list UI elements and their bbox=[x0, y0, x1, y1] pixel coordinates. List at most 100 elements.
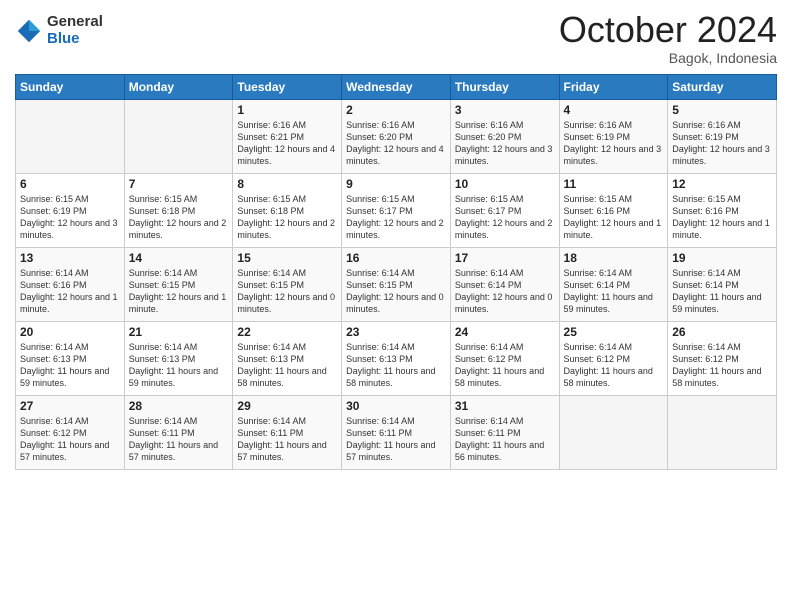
title-block: October 2024 Bagok, Indonesia bbox=[559, 10, 777, 66]
calendar-cell: 12Sunrise: 6:15 AM Sunset: 6:16 PM Dayli… bbox=[668, 173, 777, 247]
calendar-cell bbox=[559, 395, 668, 469]
calendar-week-5: 27 Sunrise: 6:14 AM Sunset: 6:12 PM Dayli… bbox=[16, 395, 777, 469]
col-friday: Friday bbox=[559, 74, 668, 99]
calendar-cell: 17 Sunrise: 6:14 AM Sunset: 6:14 PM Dayli… bbox=[450, 247, 559, 321]
day-info: Sunrise: 6:15 AM Sunset: 6:18 PM Dayligh… bbox=[237, 193, 337, 242]
calendar-cell bbox=[124, 99, 233, 173]
day-info: Sunrise: 6:14 AM Sunset: 6:11 PM Dayligh… bbox=[237, 415, 337, 464]
day-number: 19 bbox=[672, 251, 772, 265]
calendar-cell: 6Sunrise: 6:15 AM Sunset: 6:19 PM Daylig… bbox=[16, 173, 125, 247]
day-info: Sunrise: 6:16 AM Sunset: 6:19 PM Dayligh… bbox=[564, 119, 664, 168]
header-row: Sunday Monday Tuesday Wednesday Thursday… bbox=[16, 74, 777, 99]
day-number: 10 bbox=[455, 177, 555, 191]
calendar-cell: 30Sunrise: 6:14 AM Sunset: 6:11 PM Dayli… bbox=[342, 395, 451, 469]
day-number: 13 bbox=[20, 251, 120, 265]
day-number: 6 bbox=[20, 177, 120, 191]
logo-icon bbox=[15, 17, 43, 45]
day-number: 18 bbox=[564, 251, 664, 265]
day-number: 4 bbox=[564, 103, 664, 117]
month-title: October 2024 bbox=[559, 10, 777, 50]
calendar-cell: 8 Sunrise: 6:15 AM Sunset: 6:18 PM Daylig… bbox=[233, 173, 342, 247]
calendar-cell: 31Sunrise: 6:14 AM Sunset: 6:11 PM Dayli… bbox=[450, 395, 559, 469]
day-number: 3 bbox=[455, 103, 555, 117]
day-number: 29 bbox=[237, 399, 337, 413]
day-number: 8 bbox=[237, 177, 337, 191]
calendar-cell: 10Sunrise: 6:15 AM Sunset: 6:17 PM Dayli… bbox=[450, 173, 559, 247]
day-info: Sunrise: 6:14 AM Sunset: 6:13 PM Dayligh… bbox=[129, 341, 229, 390]
col-tuesday: Tuesday bbox=[233, 74, 342, 99]
calendar-week-2: 6Sunrise: 6:15 AM Sunset: 6:19 PM Daylig… bbox=[16, 173, 777, 247]
calendar-cell: 23 Sunrise: 6:14 AM Sunset: 6:13 PM Dayli… bbox=[342, 321, 451, 395]
day-number: 15 bbox=[237, 251, 337, 265]
day-number: 16 bbox=[346, 251, 446, 265]
logo-text: General Blue bbox=[47, 14, 103, 47]
day-info: Sunrise: 6:15 AM Sunset: 6:16 PM Dayligh… bbox=[564, 193, 664, 242]
header: General Blue October 2024 Bagok, Indones… bbox=[15, 10, 777, 66]
day-info: Sunrise: 6:14 AM Sunset: 6:12 PM Dayligh… bbox=[20, 415, 120, 464]
calendar-cell: 26Sunrise: 6:14 AM Sunset: 6:12 PM Dayli… bbox=[668, 321, 777, 395]
calendar-cell: 3 Sunrise: 6:16 AM Sunset: 6:20 PM Daylig… bbox=[450, 99, 559, 173]
day-number: 7 bbox=[129, 177, 229, 191]
page: General Blue October 2024 Bagok, Indones… bbox=[0, 0, 792, 612]
calendar-cell: 11Sunrise: 6:15 AM Sunset: 6:16 PM Dayli… bbox=[559, 173, 668, 247]
day-number: 31 bbox=[455, 399, 555, 413]
day-info: Sunrise: 6:16 AM Sunset: 6:19 PM Dayligh… bbox=[672, 119, 772, 168]
col-thursday: Thursday bbox=[450, 74, 559, 99]
day-number: 9 bbox=[346, 177, 446, 191]
day-number: 24 bbox=[455, 325, 555, 339]
day-info: Sunrise: 6:15 AM Sunset: 6:18 PM Dayligh… bbox=[129, 193, 229, 242]
day-number: 17 bbox=[455, 251, 555, 265]
location: Bagok, Indonesia bbox=[559, 50, 777, 66]
calendar-cell: 28 Sunrise: 6:14 AM Sunset: 6:11 PM Dayli… bbox=[124, 395, 233, 469]
day-number: 2 bbox=[346, 103, 446, 117]
day-number: 5 bbox=[672, 103, 772, 117]
calendar-cell: 5 Sunrise: 6:16 AM Sunset: 6:19 PM Daylig… bbox=[668, 99, 777, 173]
day-number: 14 bbox=[129, 251, 229, 265]
day-number: 27 bbox=[20, 399, 120, 413]
day-info: Sunrise: 6:16 AM Sunset: 6:21 PM Dayligh… bbox=[237, 119, 337, 168]
calendar-cell bbox=[668, 395, 777, 469]
calendar-cell: 9 Sunrise: 6:15 AM Sunset: 6:17 PM Daylig… bbox=[342, 173, 451, 247]
calendar-cell: 25Sunrise: 6:14 AM Sunset: 6:12 PM Dayli… bbox=[559, 321, 668, 395]
col-wednesday: Wednesday bbox=[342, 74, 451, 99]
day-info: Sunrise: 6:14 AM Sunset: 6:12 PM Dayligh… bbox=[455, 341, 555, 390]
day-info: Sunrise: 6:14 AM Sunset: 6:13 PM Dayligh… bbox=[237, 341, 337, 390]
calendar-cell: 2 Sunrise: 6:16 AM Sunset: 6:20 PM Daylig… bbox=[342, 99, 451, 173]
col-sunday: Sunday bbox=[16, 74, 125, 99]
day-number: 1 bbox=[237, 103, 337, 117]
logo-general-text: General bbox=[47, 14, 103, 31]
day-info: Sunrise: 6:14 AM Sunset: 6:14 PM Dayligh… bbox=[455, 267, 555, 316]
logo-blue-text: Blue bbox=[47, 31, 103, 48]
calendar-cell: 16Sunrise: 6:14 AM Sunset: 6:15 PM Dayli… bbox=[342, 247, 451, 321]
day-number: 20 bbox=[20, 325, 120, 339]
col-monday: Monday bbox=[124, 74, 233, 99]
calendar-cell: 21Sunrise: 6:14 AM Sunset: 6:13 PM Dayli… bbox=[124, 321, 233, 395]
calendar-week-1: 1 Sunrise: 6:16 AM Sunset: 6:21 PM Daylig… bbox=[16, 99, 777, 173]
day-info: Sunrise: 6:14 AM Sunset: 6:15 PM Dayligh… bbox=[237, 267, 337, 316]
calendar-cell: 22Sunrise: 6:14 AM Sunset: 6:13 PM Dayli… bbox=[233, 321, 342, 395]
calendar-cell: 15 Sunrise: 6:14 AM Sunset: 6:15 PM Dayli… bbox=[233, 247, 342, 321]
day-number: 23 bbox=[346, 325, 446, 339]
calendar-week-3: 13 Sunrise: 6:14 AM Sunset: 6:16 PM Dayli… bbox=[16, 247, 777, 321]
day-number: 28 bbox=[129, 399, 229, 413]
day-info: Sunrise: 6:16 AM Sunset: 6:20 PM Dayligh… bbox=[455, 119, 555, 168]
col-saturday: Saturday bbox=[668, 74, 777, 99]
calendar-cell: 24 Sunrise: 6:14 AM Sunset: 6:12 PM Dayli… bbox=[450, 321, 559, 395]
calendar-table: Sunday Monday Tuesday Wednesday Thursday… bbox=[15, 74, 777, 470]
day-info: Sunrise: 6:14 AM Sunset: 6:16 PM Dayligh… bbox=[20, 267, 120, 316]
calendar-cell: 18Sunrise: 6:14 AM Sunset: 6:14 PM Dayli… bbox=[559, 247, 668, 321]
day-info: Sunrise: 6:14 AM Sunset: 6:14 PM Dayligh… bbox=[672, 267, 772, 316]
calendar-cell: 20 Sunrise: 6:14 AM Sunset: 6:13 PM Dayli… bbox=[16, 321, 125, 395]
calendar-cell: 19 Sunrise: 6:14 AM Sunset: 6:14 PM Dayli… bbox=[668, 247, 777, 321]
day-number: 26 bbox=[672, 325, 772, 339]
day-info: Sunrise: 6:16 AM Sunset: 6:20 PM Dayligh… bbox=[346, 119, 446, 168]
day-info: Sunrise: 6:14 AM Sunset: 6:15 PM Dayligh… bbox=[129, 267, 229, 316]
calendar-cell: 4 Sunrise: 6:16 AM Sunset: 6:19 PM Daylig… bbox=[559, 99, 668, 173]
calendar-cell: 29 Sunrise: 6:14 AM Sunset: 6:11 PM Dayli… bbox=[233, 395, 342, 469]
day-info: Sunrise: 6:15 AM Sunset: 6:17 PM Dayligh… bbox=[346, 193, 446, 242]
day-info: Sunrise: 6:14 AM Sunset: 6:11 PM Dayligh… bbox=[129, 415, 229, 464]
day-number: 12 bbox=[672, 177, 772, 191]
calendar-cell bbox=[16, 99, 125, 173]
day-info: Sunrise: 6:14 AM Sunset: 6:13 PM Dayligh… bbox=[346, 341, 446, 390]
day-info: Sunrise: 6:14 AM Sunset: 6:13 PM Dayligh… bbox=[20, 341, 120, 390]
